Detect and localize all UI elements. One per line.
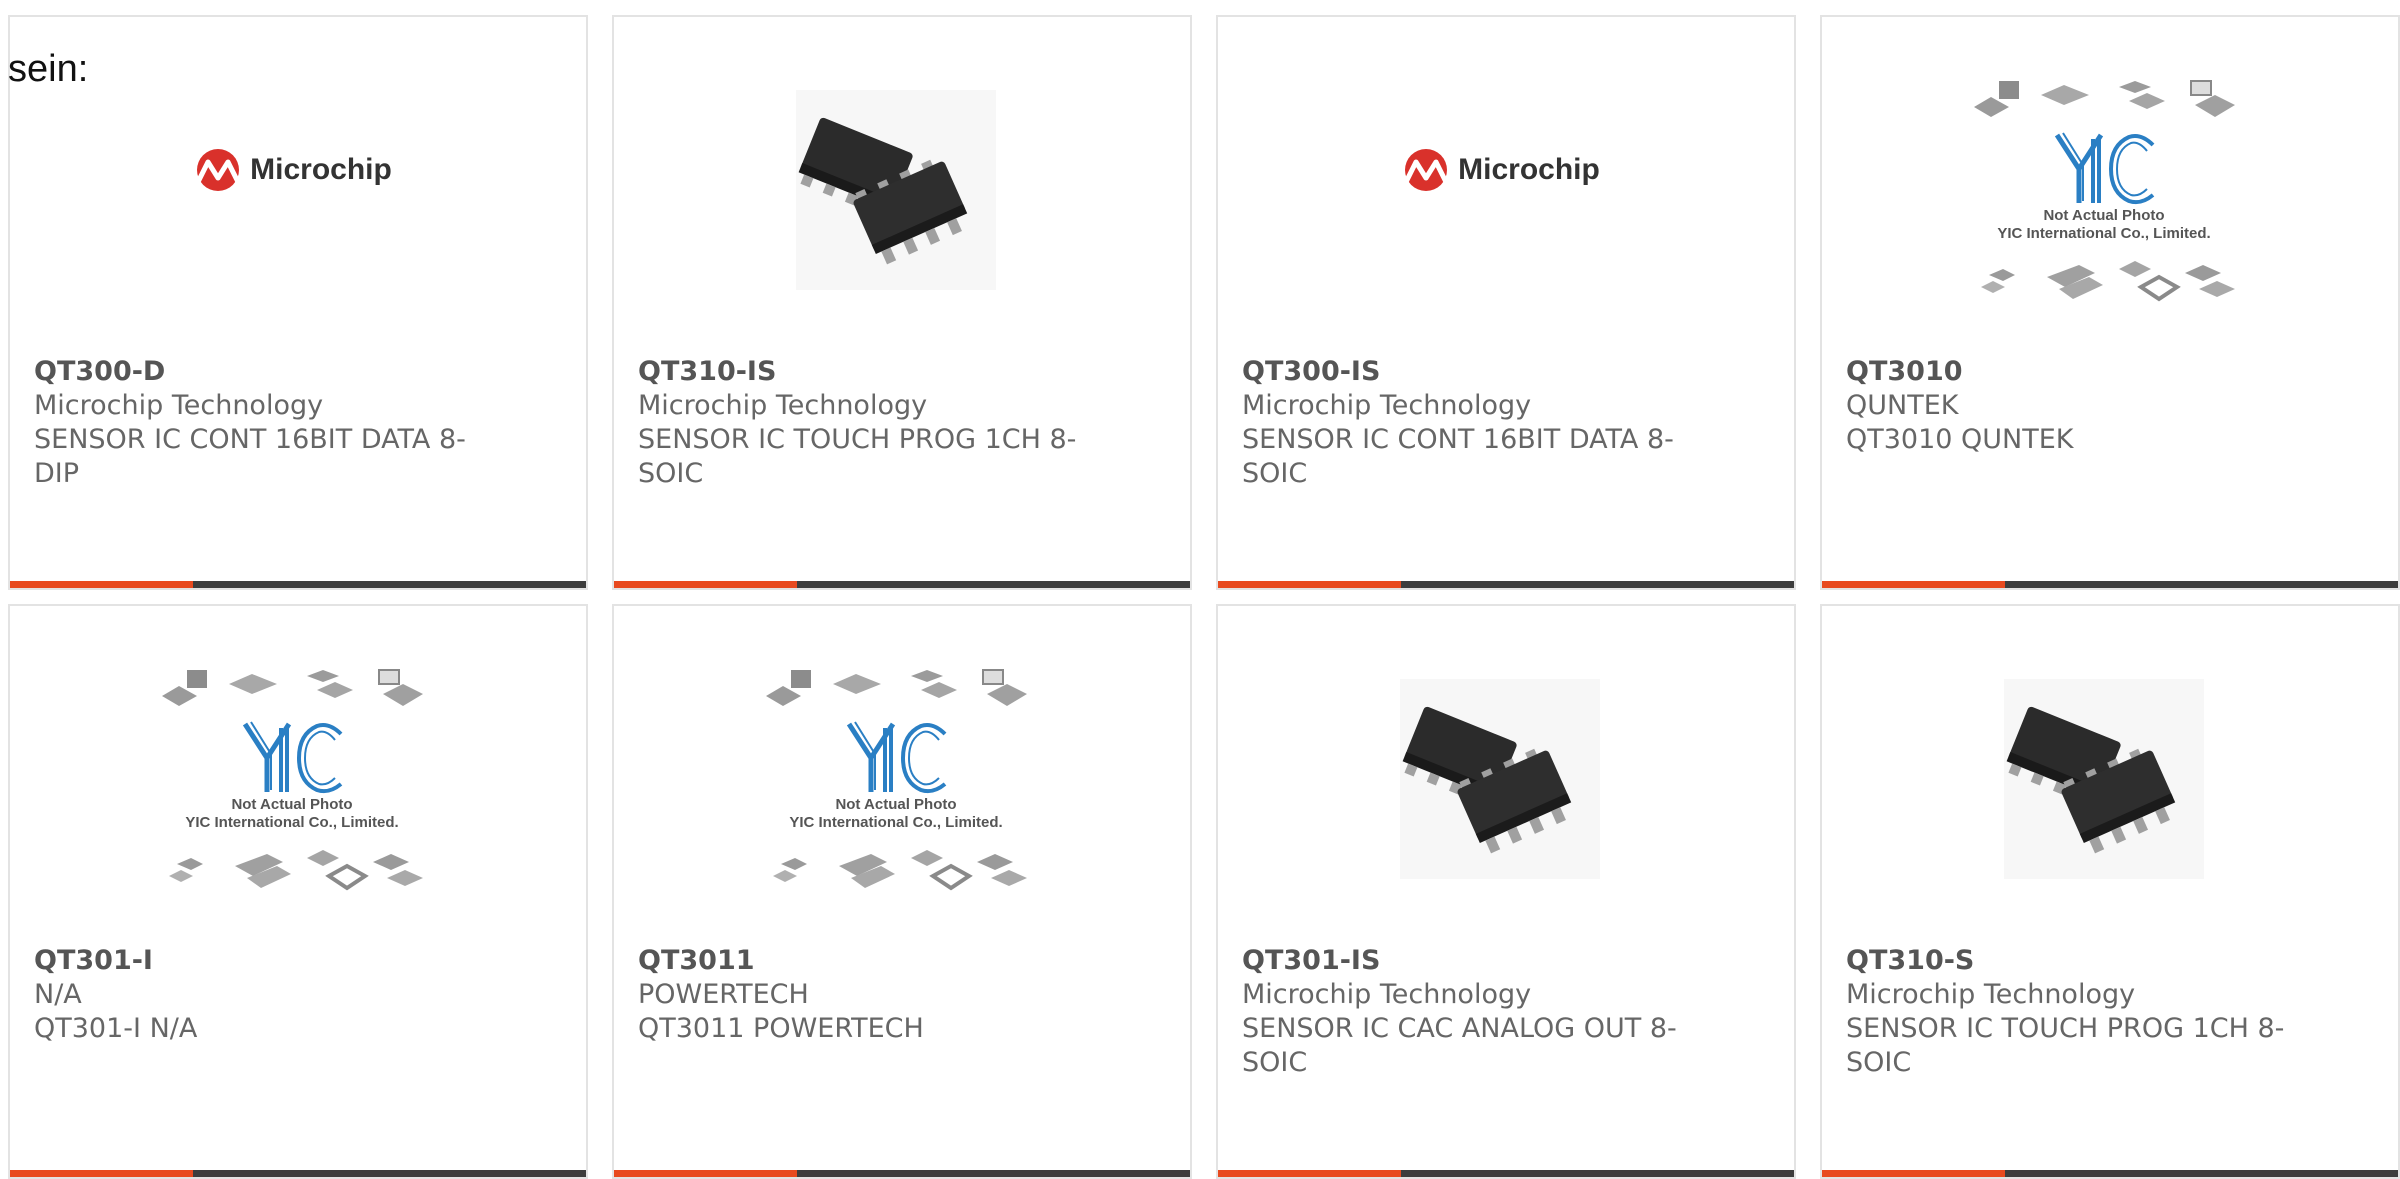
yic-logo-icon <box>242 718 343 796</box>
placeholder-caption-line2: YIC International Co., Limited. <box>789 814 1003 831</box>
card-accent-bar <box>1218 581 1794 588</box>
chip-packages-icon <box>1981 261 2235 302</box>
manufacturer-name: Microchip Technology <box>1846 979 2136 1010</box>
product-card[interactable]: QT310-IS Microchip Technology SENSOR IC TO… <box>612 15 1192 590</box>
product-thumbnail[interactable]: Not Actual Photo YIC International Co., … <box>162 669 423 891</box>
yic-placeholder-image: Not Actual Photo YIC International Co., … <box>1969 77 2239 303</box>
product-info: QT300-D Microchip Technology SENSOR IC CON… <box>34 355 484 491</box>
product-info: QT3010 QUNTEK QT3010 QUNTEK <box>1846 355 2296 457</box>
product-description: QT3010 QUNTEK <box>1846 424 2074 455</box>
manufacturer-name: N/A <box>34 979 82 1010</box>
microchip-logo-icon <box>1403 149 1449 191</box>
product-info: QT301-IS Microchip Technology SENSOR IC CA… <box>1242 944 1692 1080</box>
card-accent-bar <box>1218 1170 1794 1177</box>
chip-packages-icon <box>766 669 1027 706</box>
microchip-logo-text: Microchip <box>250 153 392 186</box>
manufacturer-name: Microchip Technology <box>34 390 324 421</box>
part-number[interactable]: QT301-IS <box>1242 944 1692 978</box>
card-accent-bar <box>1822 1170 2398 1177</box>
product-description: SENSOR IC CONT 16BIT DATA 8- <box>1242 424 1674 455</box>
part-number[interactable]: QT310-S <box>1846 944 2296 978</box>
product-card[interactable]: Microchip QT300-IS Microchip Technology SE… <box>1216 15 1796 590</box>
card-accent-bar <box>614 581 1190 588</box>
part-number[interactable]: QT3011 <box>638 944 1088 978</box>
microchip-logo-text: Microchip <box>1458 153 1600 186</box>
manufacturer-name: POWERTECH <box>638 979 809 1010</box>
yic-placeholder-image: Not Actual Photo YIC International Co., … <box>157 666 427 892</box>
yic-logo-icon <box>846 718 947 796</box>
product-description-cont: SOIC <box>638 458 704 489</box>
chip-packages-icon <box>1974 80 2235 117</box>
product-thumbnail[interactable] <box>2004 674 2204 884</box>
product-description-cont: SOIC <box>1242 458 1308 489</box>
placeholder-caption-line2: YIC International Co., Limited. <box>185 814 399 831</box>
product-card[interactable]: QT301-IS Microchip Technology SENSOR IC CA… <box>1216 604 1796 1179</box>
product-info: QT310-S Microchip Technology SENSOR IC TOU… <box>1846 944 2296 1080</box>
product-thumbnail[interactable]: Not Actual Photo YIC International Co., … <box>766 669 1027 891</box>
product-thumbnail[interactable]: Microchip <box>1400 85 1600 295</box>
manufacturer-name: Microchip Technology <box>1242 979 1532 1010</box>
product-card[interactable]: Not Actual Photo YIC International Co., … <box>8 604 588 1179</box>
placeholder-caption-line1: Not Actual Photo <box>231 796 353 813</box>
product-info: QT300-IS Microchip Technology SENSOR IC CO… <box>1242 355 1692 491</box>
product-card[interactable]: Microchip QT300-D Microchip Technology SEN… <box>8 15 588 590</box>
manufacturer-name: Microchip Technology <box>1242 390 1532 421</box>
product-thumbnail[interactable] <box>796 85 996 295</box>
product-description-cont: DIP <box>34 458 80 489</box>
soic-chip-image <box>1400 679 1600 879</box>
product-thumbnail[interactable]: Not Actual Photo YIC International Co., … <box>1974 80 2235 302</box>
soic-chip-image <box>2004 679 2204 879</box>
card-accent-bar <box>614 1170 1190 1177</box>
card-accent-bar <box>10 581 586 588</box>
microchip-logo: Microchip <box>192 148 392 192</box>
card-accent-bar <box>10 1170 586 1177</box>
chip-packages-icon <box>169 850 423 891</box>
product-thumbnail[interactable]: Microchip <box>192 85 392 295</box>
product-card[interactable]: QT310-S Microchip Technology SENSOR IC TOU… <box>1820 604 2400 1179</box>
chip-packages-icon <box>162 669 423 706</box>
product-description: SENSOR IC TOUCH PROG 1CH 8- <box>1846 1013 2285 1044</box>
manufacturer-name: QUNTEK <box>1846 390 1959 421</box>
chip-packages-icon <box>773 850 1027 891</box>
placeholder-caption-line2: YIC International Co., Limited. <box>1997 225 2211 242</box>
placeholder-caption-line1: Not Actual Photo <box>2043 207 2165 224</box>
microchip-logo-icon <box>195 149 241 191</box>
product-card[interactable]: Not Actual Photo YIC International Co., … <box>1820 15 2400 590</box>
product-description: QT3011 POWERTECH <box>638 1013 924 1044</box>
product-description-cont: SOIC <box>1242 1047 1308 1078</box>
section-heading: sein: <box>8 48 89 90</box>
product-grid: Microchip QT300-D Microchip Technology SEN… <box>8 15 2400 1179</box>
product-info: QT3011 POWERTECH QT3011 POWERTECH <box>638 944 1088 1046</box>
product-description: SENSOR IC CAC ANALOG OUT 8- <box>1242 1013 1677 1044</box>
product-description: SENSOR IC CONT 16BIT DATA 8- <box>34 424 466 455</box>
product-description-cont: SOIC <box>1846 1047 1912 1078</box>
product-info: QT310-IS Microchip Technology SENSOR IC TO… <box>638 355 1088 491</box>
card-accent-bar <box>1822 581 2398 588</box>
product-thumbnail[interactable] <box>1400 674 1600 884</box>
yic-logo-icon <box>2054 129 2155 207</box>
yic-placeholder-image: Not Actual Photo YIC International Co., … <box>761 666 1031 892</box>
microchip-logo: Microchip <box>1400 148 1600 192</box>
placeholder-caption-line1: Not Actual Photo <box>835 796 957 813</box>
product-description: QT301-I N/A <box>34 1013 198 1044</box>
part-number[interactable]: QT301-I <box>34 944 484 978</box>
part-number[interactable]: QT300-D <box>34 355 484 389</box>
part-number[interactable]: QT310-IS <box>638 355 1088 389</box>
product-card[interactable]: Not Actual Photo YIC International Co., … <box>612 604 1192 1179</box>
product-description: SENSOR IC TOUCH PROG 1CH 8- <box>638 424 1077 455</box>
part-number[interactable]: QT300-IS <box>1242 355 1692 389</box>
manufacturer-name: Microchip Technology <box>638 390 928 421</box>
product-info: QT301-I N/A QT301-I N/A <box>34 944 484 1046</box>
part-number[interactable]: QT3010 <box>1846 355 2296 389</box>
soic-chip-image <box>796 90 996 290</box>
